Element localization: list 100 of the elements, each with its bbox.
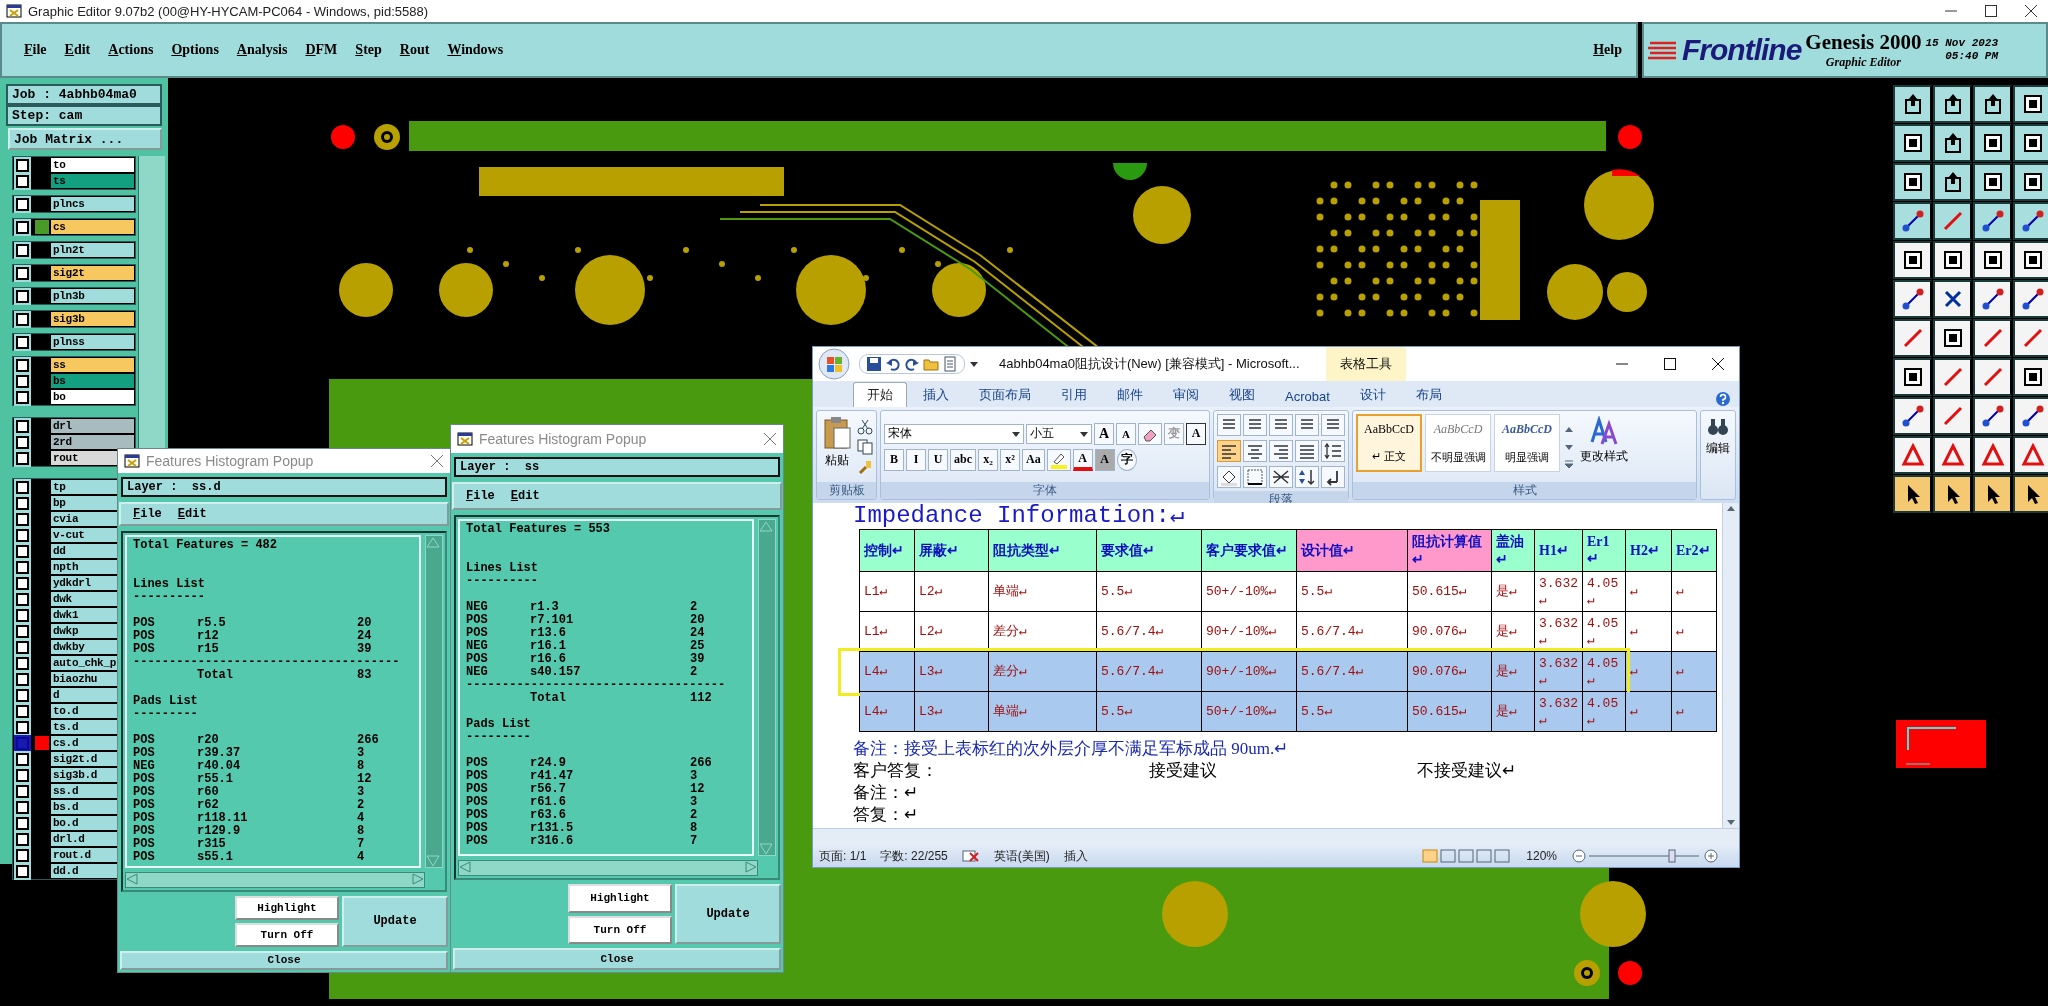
count-text: 2 [690, 666, 699, 679]
polarity-text: POS [133, 772, 156, 786]
reply-label: 客户答复： [853, 760, 939, 782]
symbol-text: r131.5 [530, 822, 575, 835]
count-text: 24 [690, 627, 706, 640]
page-count: 页面: 1/1 [819, 847, 867, 865]
table-cell: 50+/-10%↵ [1202, 692, 1297, 732]
column-header: 屏蔽↵ [915, 530, 989, 572]
count-text: 3 [690, 796, 699, 809]
polarity-text: NEG [466, 601, 489, 614]
total-label: Total [530, 692, 567, 705]
polarity-text: POS [466, 614, 489, 627]
count-text: 7 [357, 837, 366, 851]
table-cell: 3.632↵ [1535, 572, 1583, 612]
table-cell: L2↵ [915, 572, 989, 612]
table-cell: 50.615↵ [1408, 692, 1492, 732]
accept-option: 接受建议 [1149, 760, 1417, 782]
count-text: 12 [690, 783, 706, 796]
symbol-text: r1.3 [530, 601, 560, 614]
summary-text: Total Features = 553 [466, 523, 612, 536]
symbol-text: r118.11 [197, 811, 249, 825]
table-cell: L3↵ [915, 692, 989, 732]
symbol-text: r39.37 [197, 746, 242, 760]
polarity-text: POS [133, 746, 156, 760]
context-tab-header: 表格工具 [1325, 347, 1406, 381]
polarity-text: POS [133, 629, 156, 643]
symbol-text: r316.6 [530, 835, 575, 848]
polarity-text: POS [466, 627, 489, 640]
polarity-text: NEG [466, 640, 489, 653]
count-text: 39 [357, 642, 373, 656]
symbol-text: r60 [197, 785, 220, 799]
time-text: 05:40 PM [1945, 50, 1999, 63]
table-cell: 是↵ [1492, 692, 1535, 732]
table-cell: 5.5↵ [1297, 692, 1408, 732]
table-cell: 50+/-10%↵ [1202, 572, 1297, 612]
heading-rule: --------- [133, 707, 199, 721]
window-title: Graphic Editor 9.07b2 (00@HY-HYCAM-PC064 - Windows, pid:5588) [28, 3, 428, 19]
column-header: 设计值↵ [1297, 530, 1408, 572]
table-cell: ↵ [1626, 692, 1672, 732]
table-cell: ↵ [1672, 692, 1717, 732]
logo-text: Frontline [1682, 33, 1802, 67]
symbol-text: r5.5 [197, 616, 227, 630]
count-text: 266 [690, 757, 713, 770]
count-text: 8 [357, 759, 366, 773]
symbol-text: r63.6 [530, 809, 567, 822]
section-heading: Pads List [133, 694, 199, 708]
document-heading: Impedance Information:↵ [853, 503, 1186, 529]
note-text: 备注：接受上表标红的次外层介厚不满足军标成品 90um.↵ [853, 738, 1290, 760]
polarity-text: POS [133, 642, 156, 656]
symbol-text: r7.101 [530, 614, 575, 627]
table-cell: 单端↵ [989, 572, 1097, 612]
count-text: 3 [357, 746, 366, 760]
product-name: Genesis 2000 [1805, 30, 1922, 55]
polarity-text: POS [133, 824, 156, 838]
table-cell: 5.5↵ [1097, 692, 1202, 732]
polarity-text: POS [133, 811, 156, 825]
symbol-text: r12 [197, 629, 220, 643]
paragraph-text: 答复：↵ [853, 804, 919, 826]
column-header: Er1↵ [1583, 530, 1626, 572]
total-rule: ------------------------------------ [466, 679, 727, 692]
column-header: H2↵ [1626, 530, 1672, 572]
count-text: 4 [357, 811, 366, 825]
table-cell: L4↵ [860, 692, 915, 732]
summary-text: Total Features = 482 [133, 538, 279, 552]
symbol-text: s55.1 [197, 850, 234, 864]
symbol-text: r62 [197, 798, 220, 812]
count-text: 4 [357, 850, 366, 864]
language-text: 英语(美国) [993, 847, 1050, 865]
count-text: 25 [690, 640, 706, 653]
table-cell: 5.5↵ [1097, 572, 1202, 612]
group-label: 字体 [881, 482, 1209, 499]
polarity-text: POS [133, 837, 156, 851]
polarity-text: POS [466, 783, 489, 796]
count-text: 266 [357, 733, 380, 747]
symbol-text: r61.6 [530, 796, 567, 809]
count-text: 3 [690, 770, 699, 783]
polarity-text: NEG [133, 759, 156, 773]
polarity-text: POS [133, 798, 156, 812]
step-field: Step: cam [6, 105, 162, 126]
total-rule: ------------------------------------- [133, 655, 401, 669]
count-text: 39 [690, 653, 706, 666]
table-cell: 单端↵ [989, 692, 1097, 732]
polarity-text: POS [133, 733, 156, 747]
polarity-text: POS [466, 653, 489, 666]
count-text: 3 [357, 785, 366, 799]
symbol-text: s40.157 [530, 666, 582, 679]
symbol-text: r16.1 [530, 640, 567, 653]
symbol-text: r315 [197, 837, 227, 851]
table-cell: 50.615↵ [1408, 572, 1492, 612]
popup-title: Features Histogram Popup [146, 452, 314, 469]
window-title: 4abhb04ma0阻抗设计(New) [兼容模式] - Microsoft... [999, 355, 1300, 373]
heading-rule: ---------- [466, 575, 539, 588]
polarity-text: NEG [466, 666, 489, 679]
layer-field: Layer : ss.d [121, 476, 447, 497]
symbol-text: r56.7 [530, 783, 567, 796]
paragraph-text: 备注：↵ [853, 782, 919, 804]
group-label: 样式 [1353, 482, 1696, 499]
popup-title: Features Histogram Popup [479, 431, 647, 447]
group-label: 剪贴板 [817, 482, 876, 499]
table-cell: ↵ [1672, 572, 1717, 612]
